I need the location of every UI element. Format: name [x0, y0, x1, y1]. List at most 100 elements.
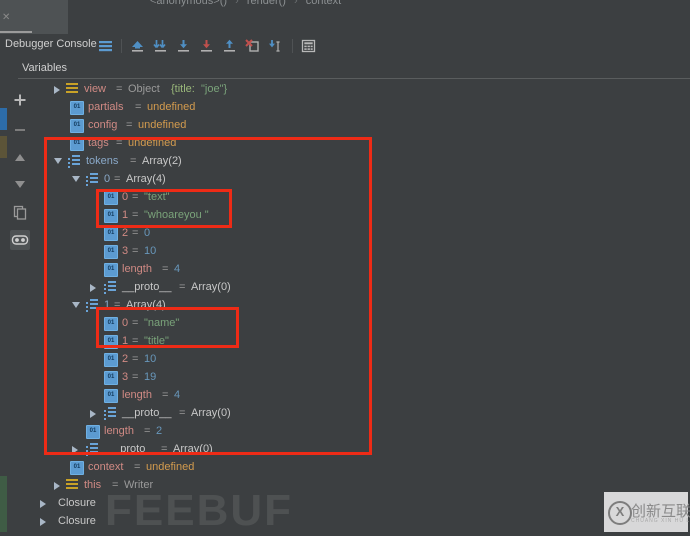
- tree-row-context[interactable]: 01 context = undefined: [38, 458, 690, 476]
- copy-value-button[interactable]: [10, 202, 30, 222]
- tree-row-tokens-0-2[interactable]: 01 2 = 0: [38, 224, 690, 242]
- active-tab-underline: [0, 31, 32, 33]
- tree-row-name: 1: [122, 335, 129, 347]
- scope-label: Closure: [58, 515, 96, 527]
- variables-tree[interactable]: view = Object {title: "joe"} 01 partials…: [38, 80, 690, 534]
- breadcrumb-item-context[interactable]: context: [306, 0, 341, 7]
- twisty-toggle[interactable]: [38, 494, 49, 512]
- tree-row-tokens-0-length[interactable]: 01 length = 4: [38, 260, 690, 278]
- tree-row-value: undefined: [146, 461, 195, 473]
- tree-row-name: tags: [88, 137, 109, 149]
- evaluate-expression-icon[interactable]: [300, 38, 317, 54]
- breadcrumb-separator: ›: [235, 0, 239, 7]
- tree-row-value: "name": [144, 317, 180, 329]
- tab-debugger-console[interactable]: Debugger Console: [5, 38, 97, 50]
- tree-row-name: partials: [88, 101, 124, 113]
- twisty-toggle[interactable]: [70, 296, 81, 314]
- tree-row-tokens-1-length[interactable]: 01 length = 4: [38, 386, 690, 404]
- breadcrumb[interactable]: <anonymous>() › render() › context: [150, 0, 341, 7]
- array-icon: [68, 155, 80, 168]
- tree-row-tokens-0-3[interactable]: 01 3 = 10: [38, 242, 690, 260]
- tree-row-equals: =: [132, 335, 139, 347]
- tree-row-value: 4: [174, 263, 181, 275]
- tree-row-equals: =: [132, 353, 139, 365]
- tree-row-value: "whoareyou ": [144, 209, 209, 221]
- show-execution-point-icon[interactable]: [129, 38, 146, 54]
- tree-row-value: 2: [156, 425, 163, 437]
- tree-row-tokens-1-0[interactable]: 01 0 = "name": [38, 314, 690, 332]
- tab-variables[interactable]: Variables: [22, 62, 67, 74]
- remove-watch-button[interactable]: [10, 120, 30, 140]
- tree-row-view[interactable]: view = Object {title: "joe"}: [38, 80, 690, 98]
- tree-row-tokens-length[interactable]: 01 length = 2: [38, 422, 690, 440]
- field-icon: 01: [104, 191, 118, 205]
- twisty-toggle[interactable]: [88, 404, 99, 422]
- tree-row-name: 1: [122, 209, 129, 221]
- tabs-underline: [18, 78, 690, 79]
- tree-row-name: 3: [122, 245, 129, 257]
- tree-row-equals: =: [132, 317, 139, 329]
- tree-row-tokens-1[interactable]: 1 = Array(4): [38, 296, 690, 314]
- tree-row-tokens-0[interactable]: 0 = Array(4): [38, 170, 690, 188]
- tree-row-equals: =: [132, 209, 139, 221]
- step-over-icon[interactable]: [152, 38, 169, 54]
- tree-row-tokens-0-proto[interactable]: __proto__ = Array(0): [38, 278, 690, 296]
- twisty-toggle[interactable]: [52, 152, 63, 170]
- twisty-toggle[interactable]: [70, 170, 81, 188]
- tree-row-equals: =: [179, 407, 186, 419]
- force-step-into-icon[interactable]: [198, 38, 215, 54]
- console-icon[interactable]: [97, 38, 114, 54]
- breadcrumb-strip: <anonymous>() › render() › context: [0, 0, 690, 10]
- tree-row-name: 3: [122, 371, 129, 383]
- twisty-toggle[interactable]: [38, 512, 49, 530]
- move-down-button[interactable]: [10, 174, 30, 194]
- tabs-left-pad: [0, 58, 18, 80]
- move-up-button[interactable]: [10, 148, 30, 168]
- twisty-toggle[interactable]: [52, 476, 63, 494]
- drop-frame-icon[interactable]: [244, 38, 261, 54]
- tree-row-tokens[interactable]: tokens = Array(2): [38, 152, 690, 170]
- tree-row-tokens-1-proto[interactable]: __proto__ = Array(0): [38, 404, 690, 422]
- tree-row-name: 2: [122, 227, 129, 239]
- tree-row-tokens-0-0[interactable]: 01 0 = "text": [38, 188, 690, 206]
- tree-row-config[interactable]: 01 config = undefined: [38, 116, 690, 134]
- run-to-cursor-icon[interactable]: [267, 38, 284, 54]
- twisty-toggle[interactable]: [70, 440, 81, 458]
- array-icon: [104, 281, 116, 294]
- tree-row-name: this: [84, 479, 102, 491]
- tree-row-equals: =: [132, 371, 139, 383]
- twisty-toggle[interactable]: [38, 530, 49, 534]
- step-into-icon[interactable]: [175, 38, 192, 54]
- twisty-toggle[interactable]: [88, 278, 99, 296]
- field-icon: 01: [104, 371, 118, 385]
- step-out-icon[interactable]: [221, 38, 238, 54]
- tree-row-tokens-1-1[interactable]: 01 1 = "title": [38, 332, 690, 350]
- tree-row-name: config: [88, 119, 118, 131]
- tree-row-tokens-proto[interactable]: __proto__ = Array(0): [38, 440, 690, 458]
- tree-row-scope-closure-1[interactable]: Closure: [38, 494, 690, 512]
- inspect-button[interactable]: [10, 230, 30, 250]
- tree-row-tokens-1-2[interactable]: 01 2 = 10: [38, 350, 690, 368]
- field-icon: 01: [104, 317, 118, 331]
- tree-row-value: 10: [144, 353, 157, 365]
- twisty-toggle[interactable]: [52, 80, 63, 98]
- tree-row-name: length: [122, 263, 152, 275]
- breadcrumb-item-render[interactable]: render(): [247, 0, 286, 7]
- tree-row-scope-closure-2[interactable]: Closure: [38, 512, 690, 530]
- tree-row-name: 0: [122, 317, 129, 329]
- tree-row-scope-global[interactable]: Global variables: [38, 530, 690, 534]
- add-watch-button[interactable]: [10, 90, 30, 110]
- tree-row-this[interactable]: this = Writer: [38, 476, 690, 494]
- breadcrumb-item-anonymous[interactable]: <anonymous>(): [150, 0, 227, 7]
- toolbar-separator: [292, 39, 293, 53]
- array-icon: [86, 299, 98, 312]
- tree-row-name: 1: [104, 299, 111, 311]
- close-icon[interactable]: ✕: [2, 13, 12, 23]
- tree-row-value: "title": [144, 335, 169, 347]
- tree-row-tags[interactable]: 01 tags = undefined: [38, 134, 690, 152]
- tree-row-partials[interactable]: 01 partials = undefined: [38, 98, 690, 116]
- tree-row-tokens-1-3[interactable]: 01 3 = 19: [38, 368, 690, 386]
- tree-row-name: __proto__: [108, 443, 158, 455]
- tree-row-tokens-0-1[interactable]: 01 1 = "whoareyou ": [38, 206, 690, 224]
- tree-row-value-key: {title:: [171, 83, 195, 95]
